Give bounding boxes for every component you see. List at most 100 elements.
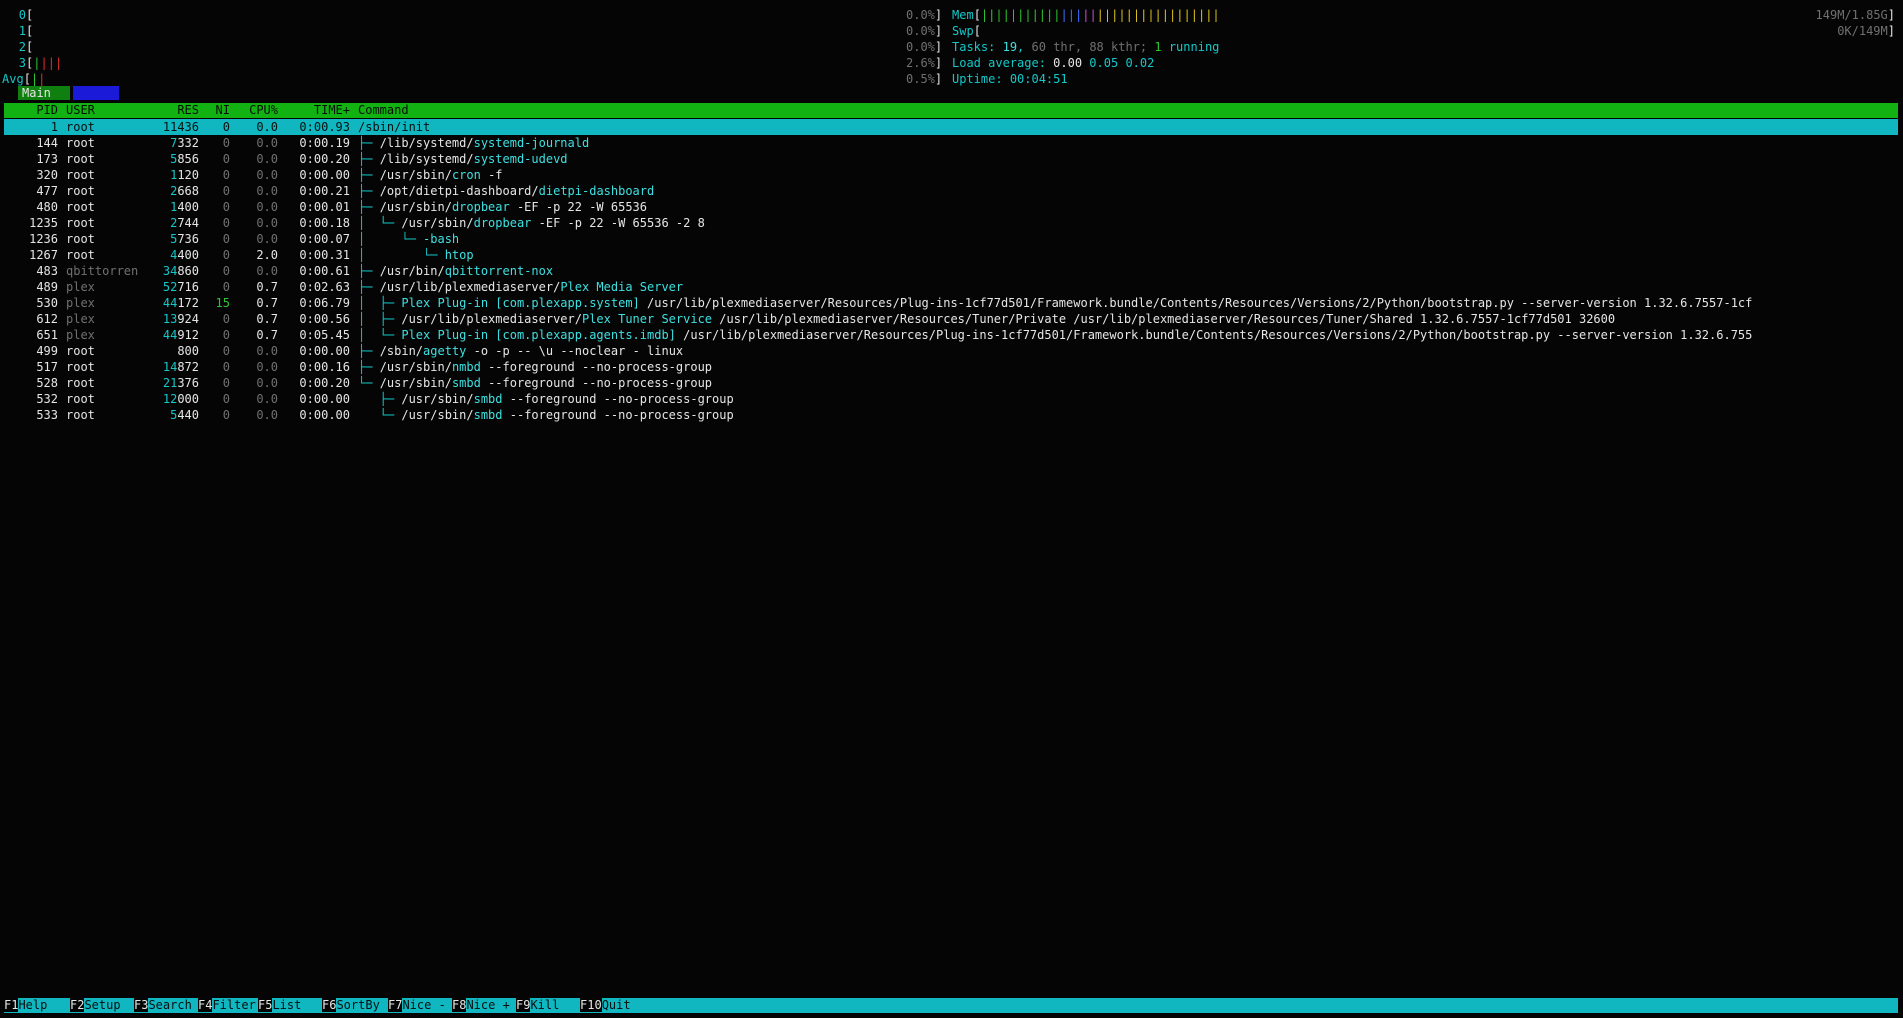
fkey-f10[interactable]: F10Quit (580, 998, 645, 1013)
fkey-label: Quit (601, 998, 646, 1012)
command-name: Plex Plug-in [com.plexapp.system] (401, 296, 640, 310)
user: root (66, 232, 95, 246)
time: 0:00.00 (299, 168, 350, 182)
fkey-number: F9 (516, 998, 531, 1012)
user: root (66, 200, 95, 214)
fkey-number: F3 (134, 998, 149, 1012)
user: root (66, 152, 95, 166)
process-row[interactable]: 480 root 1400 0 0.0 0:00.01 ├─ /usr/sbin/dropb… (4, 199, 1898, 215)
pid: 528 (36, 376, 58, 390)
process-row[interactable]: 483 qbittorren 34860 0 0.0 0:00.61 ├─ /usr/bin… (4, 263, 1898, 279)
column-user[interactable]: USER (66, 103, 156, 118)
command: ├─ /lib/systemd/systemd-udevd (358, 151, 568, 167)
column-pid[interactable]: PID (4, 103, 58, 118)
process-row[interactable]: 1267 root 4400 0 2.0 0:00.31 │ └─ htop (4, 247, 1898, 263)
pid: 320 (36, 168, 58, 182)
cpu-percent: 0.0 (256, 232, 278, 246)
time: 0:00.31 (299, 248, 350, 262)
user: plex (66, 328, 95, 342)
fkey-f6[interactable]: F6SortBy (322, 998, 380, 1013)
command-name: init (401, 120, 431, 134)
res: 21376 (162, 376, 199, 390)
meter-bracket: ] (934, 40, 943, 54)
process-row[interactable]: 528 root 21376 0 0.0 0:00.20 └─ /usr/sbin/smbd… (4, 375, 1898, 391)
process-row[interactable]: 499 root 800 0 0.0 0:00.00 ├─ /sbin/agetty -o … (4, 343, 1898, 359)
column-ni[interactable]: NI (204, 103, 230, 118)
process-row[interactable]: 1235 root 2744 0 0.0 0:00.18 │ └─ /usr/sbin/dr… (4, 215, 1898, 231)
command-name: Plex Plug-in [com.plexapp.agents.imdb] (401, 328, 676, 342)
tab-main[interactable]: Main (18, 86, 70, 100)
fkey-f3[interactable]: F3Search (134, 998, 192, 1013)
command-args: --foreground --no-process-group (480, 360, 713, 374)
tab-io[interactable]: I/O (73, 86, 119, 100)
cpu-id: Avg (2, 72, 24, 86)
fkey-f4[interactable]: F4Filter (198, 998, 256, 1013)
command: ├─ /usr/sbin/nmbd --foreground --no-proc… (358, 359, 712, 375)
user: plex (66, 280, 95, 294)
process-row[interactable]: 1 root 11436 0 0.0 0:00.93/sbin/init (4, 119, 1898, 135)
swp-label: Swp (952, 24, 974, 38)
process-row[interactable]: 530 plex 44172 15 0.7 0:06.79 │ ├─ Plex Plug-i… (4, 295, 1898, 311)
process-row[interactable]: 517 root 14872 0 0.0 0:00.16 ├─ /usr/sbin/nmbd… (4, 359, 1898, 375)
column-res[interactable]: RES (144, 103, 199, 118)
cpu-pct-value: 2.6% (906, 56, 935, 70)
fkey-f9[interactable]: F9Kill (516, 998, 574, 1013)
nice: 0 (222, 280, 230, 294)
res: 44912 (162, 328, 199, 342)
uptime: Uptime: 00:04:51 (952, 72, 1068, 86)
cpu-percent: 0.7 (256, 312, 278, 326)
cpu-pct-value: 0.5% (906, 72, 935, 86)
column-time[interactable]: TIME+ (286, 103, 350, 118)
command-name: -bash (423, 232, 460, 246)
nice: 0 (222, 248, 230, 262)
command-path: /usr/sbin/ (401, 216, 474, 230)
cpu-pct-value: 0.0% (906, 40, 935, 54)
res: 12000 (162, 392, 199, 406)
column-header: PID USER RES NI CPU% TIME+ Command (4, 103, 1898, 118)
process-row[interactable]: 533 root 5440 0 0.0 0:00.00 └─ /usr/sbin/smbd… (4, 407, 1898, 423)
cpu-pct-1: 0.0%] (906, 23, 942, 39)
cpu-percent: 0.7 (256, 328, 278, 342)
fkey-f2[interactable]: F2Setup (70, 998, 128, 1013)
time: 0:06.79 (299, 296, 350, 310)
fkey-f8[interactable]: F8Nice + (452, 998, 510, 1013)
command-name: agetty (423, 344, 467, 358)
process-row[interactable]: 1236 root 5736 0 0.0 0:00.07 │ └─ -bash (4, 231, 1898, 247)
function-key-bar: F1Help F2Setup F3Search F4Filter F5List F6… (4, 998, 1898, 1013)
nice: 0 (222, 312, 230, 326)
cpu-meter-1: 1[ (0, 23, 33, 39)
res: 11436 (162, 120, 199, 134)
process-row[interactable]: 532 root 12000 0 0.0 0:00.00 ├─ /usr/sbin/smb… (4, 391, 1898, 407)
pid: 483 (36, 264, 58, 278)
time: 0:00.00 (299, 408, 350, 422)
res: 13924 (162, 312, 199, 326)
column-command[interactable]: Command (358, 103, 409, 118)
fkey-f5[interactable]: F5List (258, 998, 316, 1013)
fkey-number: F10 (580, 998, 602, 1012)
process-row[interactable]: 612 plex 13924 0 0.7 0:00.56 │ ├─ /usr/lib/ple… (4, 311, 1898, 327)
fkey-f7[interactable]: F7Nice - (388, 998, 446, 1013)
pid: 1235 (29, 216, 58, 230)
process-row[interactable]: 477 root 2668 0 0.0 0:00.21 ├─ /opt/dietpi-das… (4, 183, 1898, 199)
command-path: /usr/sbin/ (379, 168, 452, 182)
command: ├─ /usr/sbin/dropbear -EF -p 22 -W 65536 (358, 199, 647, 215)
time: 0:00.07 (299, 232, 350, 246)
cpu-percent: 0.0 (256, 360, 278, 374)
process-row[interactable]: 144 root 7332 0 0.0 0:00.19 ├─ /lib/systemd/sy… (4, 135, 1898, 151)
process-row[interactable]: 173 root 5856 0 0.0 0:00.20 ├─ /lib/systemd/sy… (4, 151, 1898, 167)
fkey-label: Nice - (402, 998, 446, 1012)
command: │ └─ htop (358, 247, 474, 263)
column-cpu[interactable]: CPU% (236, 103, 278, 118)
process-row[interactable]: 320 root 1120 0 0.0 0:00.00 ├─ /usr/sbin/cron … (4, 167, 1898, 183)
cpu-pct-value: 0.0% (906, 24, 935, 38)
command-name: Plex Media Server (560, 280, 684, 294)
user: root (66, 360, 95, 374)
command-args: -EF -p 22 -W 65536 (509, 200, 648, 214)
process-row[interactable]: 651 plex 44912 0 0.7 0:05.45 │ └─ Plex Plug-in… (4, 327, 1898, 343)
fkey-label: Setup (84, 998, 128, 1012)
pid: 532 (36, 392, 58, 406)
fkey-f1[interactable]: F1Help (4, 998, 62, 1013)
nice: 0 (222, 328, 230, 342)
fkey-number: F6 (322, 998, 337, 1012)
process-row[interactable]: 489 plex 52716 0 0.7 0:02.63 ├─ /usr/lib/plexm… (4, 279, 1898, 295)
